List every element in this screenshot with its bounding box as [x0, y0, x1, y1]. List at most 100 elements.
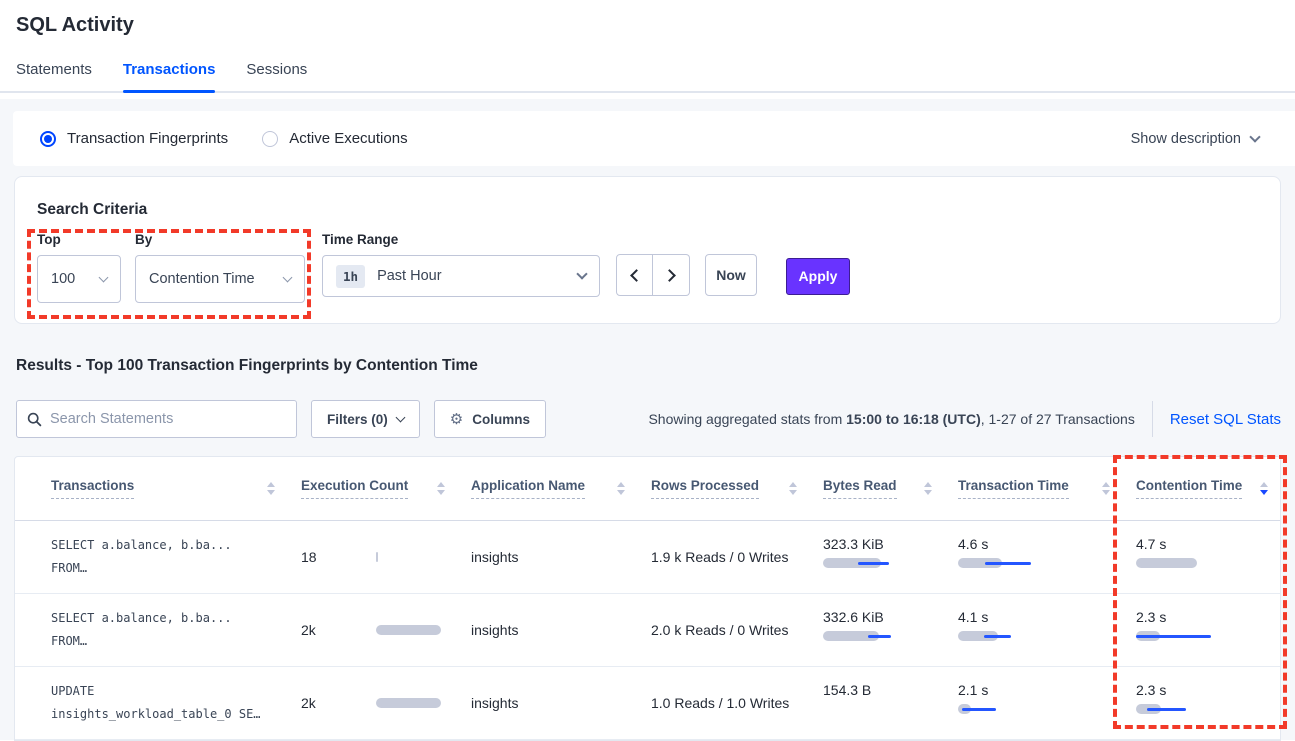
filters-button[interactable]: Filters (0)	[311, 400, 420, 438]
contention-time-bar	[1136, 631, 1220, 641]
tab-bar: Statements Transactions Sessions	[0, 61, 1295, 93]
by-select-value: Contention Time	[149, 271, 255, 287]
sort-icon[interactable]	[267, 482, 275, 495]
table-row[interactable]: UPDATE insights_workload_table_0 SE… 2k …	[15, 667, 1280, 740]
chevron-down-icon	[576, 268, 587, 279]
bytes-read-bar	[823, 558, 907, 568]
time-controls: Now Apply	[616, 254, 850, 296]
contention-time-cell: 4.7 s	[1136, 521, 1280, 593]
content-area: Transaction Fingerprints Active Executio…	[0, 99, 1295, 740]
now-button[interactable]: Now	[705, 254, 757, 296]
transaction-fingerprint-link[interactable]: SELECT a.balance, b.ba... FROM…	[51, 594, 301, 666]
vertical-divider	[1152, 401, 1153, 437]
contention-time-cell: 2.3 s	[1136, 594, 1280, 666]
show-description-label: Show description	[1131, 131, 1241, 147]
column-header-application-name[interactable]: Application Name	[471, 478, 651, 499]
by-group: By Contention Time	[135, 232, 305, 303]
application-name-cell: insights	[471, 521, 651, 593]
transaction-time-cell: 4.6 s	[958, 521, 1136, 593]
filters-label: Filters (0)	[327, 412, 388, 427]
execution-count-cell: 2k	[301, 594, 471, 666]
sort-icon[interactable]	[1102, 482, 1110, 495]
execution-count-cell: 18	[301, 521, 471, 593]
bytes-read-cell: 154.3 B	[823, 667, 958, 739]
chevron-down-icon	[283, 272, 293, 282]
top-select[interactable]: 100	[37, 255, 121, 303]
transaction-time-bar	[958, 704, 1042, 714]
chevron-down-icon	[99, 272, 109, 282]
radio-transaction-fingerprints[interactable]: Transaction Fingerprints	[40, 130, 228, 147]
bytes-read-bar	[823, 631, 907, 641]
bytes-read-bar	[823, 704, 907, 714]
search-box[interactable]	[16, 400, 297, 438]
by-select[interactable]: Contention Time	[135, 255, 305, 303]
contention-time-bar	[1136, 704, 1220, 714]
search-input[interactable]	[50, 411, 286, 427]
radio-unselected-icon	[262, 131, 278, 147]
column-header-bytes-read[interactable]: Bytes Read	[823, 478, 958, 499]
execution-count-cell: 2k	[301, 667, 471, 739]
column-header-execution-count[interactable]: Execution Count	[301, 478, 471, 499]
contention-time-bar	[1136, 558, 1220, 568]
sort-icon[interactable]	[789, 482, 797, 495]
bytes-read-cell: 332.6 KiB	[823, 594, 958, 666]
time-range-value: Past Hour	[377, 268, 441, 284]
search-criteria-card: Search Criteria Top 100 By Contention Ti…	[14, 176, 1281, 324]
apply-button[interactable]: Apply	[786, 258, 850, 295]
sort-icon[interactable]	[1260, 482, 1268, 495]
transactions-table: Transactions Execution Count Application…	[14, 456, 1281, 741]
search-icon	[27, 412, 42, 427]
columns-button[interactable]: ⚙ Columns	[434, 400, 546, 438]
rows-processed-cell: 2.0 k Reads / 0 Writes	[651, 594, 823, 666]
table-row[interactable]: SELECT a.balance, b.ba... FROM… 2k insig…	[15, 594, 1280, 667]
transaction-time-bar	[958, 558, 1042, 568]
transaction-fingerprint-link[interactable]: UPDATE insights_workload_table_0 SE…	[51, 667, 301, 739]
sort-icon[interactable]	[924, 482, 932, 495]
search-criteria-heading: Search Criteria	[37, 201, 1258, 219]
chevron-down-icon	[395, 413, 405, 423]
reset-sql-stats-link[interactable]: Reset SQL Stats	[1170, 411, 1281, 428]
execution-count-bar	[376, 552, 442, 562]
column-header-transaction-time[interactable]: Transaction Time	[958, 478, 1136, 499]
radio-active-executions[interactable]: Active Executions	[262, 130, 407, 147]
time-range-select[interactable]: 1h Past Hour	[322, 255, 600, 297]
chevron-right-icon	[663, 269, 676, 282]
table-header-row: Transactions Execution Count Application…	[15, 457, 1280, 521]
column-header-contention-time[interactable]: Contention Time	[1136, 478, 1280, 499]
tab-sessions[interactable]: Sessions	[246, 61, 307, 91]
rows-processed-cell: 1.9 k Reads / 0 Writes	[651, 521, 823, 593]
tab-statements[interactable]: Statements	[16, 61, 92, 91]
next-time-button[interactable]	[653, 254, 690, 296]
gear-icon: ⚙	[450, 410, 463, 428]
sql-activity-page: SQL Activity Statements Transactions Ses…	[0, 0, 1295, 740]
radio-selected-icon	[40, 131, 56, 147]
sort-icon[interactable]	[617, 482, 625, 495]
aggregated-stats-text: Showing aggregated stats from 15:00 to 1…	[648, 411, 1134, 427]
table-row[interactable]: SELECT a.balance, b.ba... FROM… 18 insig…	[15, 521, 1280, 594]
columns-label: Columns	[472, 412, 530, 427]
top-group: Top 100	[37, 232, 121, 303]
top-select-value: 100	[51, 271, 75, 287]
previous-time-button[interactable]	[616, 254, 653, 296]
top-label: Top	[37, 232, 121, 247]
page-title: SQL Activity	[16, 14, 1279, 37]
time-range-badge: 1h	[336, 265, 365, 288]
tab-transactions[interactable]: Transactions	[123, 61, 216, 91]
column-header-transactions[interactable]: Transactions	[51, 478, 301, 499]
chevron-left-icon	[630, 269, 643, 282]
show-description-toggle[interactable]: Show description	[1131, 131, 1259, 147]
transaction-fingerprint-link[interactable]: SELECT a.balance, b.ba... FROM…	[51, 521, 301, 593]
rows-processed-cell: 1.0 Reads / 1.0 Writes	[651, 667, 823, 739]
application-name-cell: insights	[471, 667, 651, 739]
transaction-time-cell: 4.1 s	[958, 594, 1136, 666]
transaction-time-cell: 2.1 s	[958, 667, 1136, 739]
page-header: SQL Activity	[0, 0, 1295, 37]
sort-icon[interactable]	[437, 482, 445, 495]
time-range-label: Time Range	[322, 232, 600, 247]
chevron-down-icon	[1249, 131, 1260, 142]
time-range-group: Time Range 1h Past Hour	[322, 232, 600, 297]
results-heading: Results - Top 100 Transaction Fingerprin…	[16, 357, 478, 375]
column-header-rows-processed[interactable]: Rows Processed	[651, 478, 823, 499]
execution-count-bar	[376, 698, 442, 708]
application-name-cell: insights	[471, 594, 651, 666]
